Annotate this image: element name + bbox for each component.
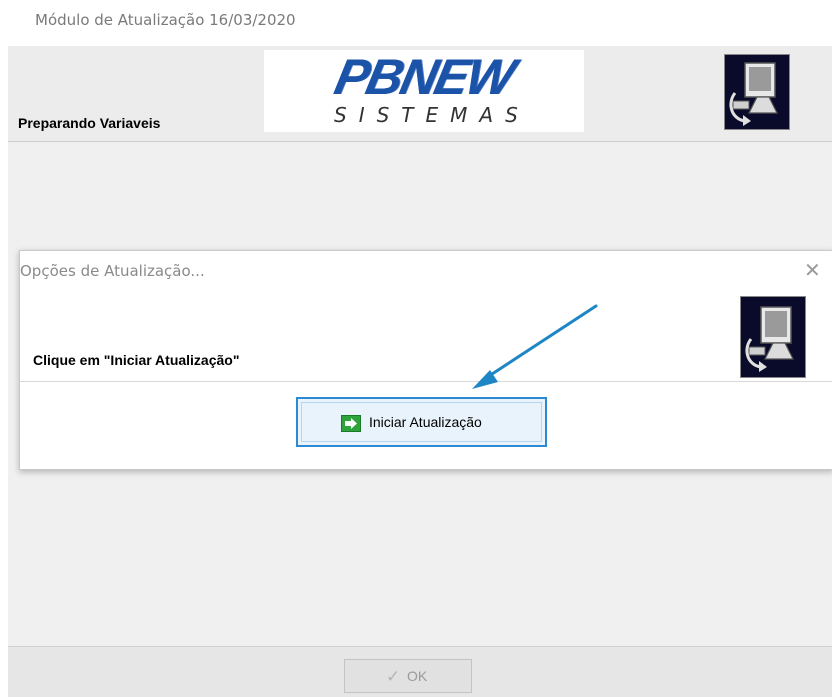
- computer-update-icon: [724, 54, 790, 130]
- logo-brand-text: PBNEW: [329, 49, 518, 105]
- close-icon[interactable]: ✕: [804, 258, 821, 283]
- checkmark-icon: ✓: [386, 667, 401, 686]
- dialog-separator: [20, 381, 832, 382]
- dialog-message: Clique em "Iniciar Atualização": [33, 352, 240, 368]
- update-options-dialog: Opções de Atualização... ✕ Clique em "In…: [19, 250, 832, 470]
- computer-update-icon: [740, 296, 806, 378]
- start-update-button[interactable]: Iniciar Atualização: [296, 397, 547, 447]
- status-text: Preparando Variaveis: [18, 115, 161, 131]
- window-titlebar: Módulo de Atualização 16/03/2020: [0, 0, 832, 46]
- header-panel: Preparando Variaveis PBNEW SISTEMAS: [8, 46, 832, 142]
- dialog-title: Opções de Atualização...: [20, 262, 205, 280]
- pbnew-logo: PBNEW SISTEMAS: [264, 49, 584, 132]
- logo-sub-text: SISTEMAS: [334, 103, 530, 127]
- ok-button[interactable]: ✓ OK: [344, 659, 472, 693]
- start-update-label: Iniciar Atualização: [369, 414, 482, 430]
- green-arrow-icon: [341, 415, 361, 432]
- window-title: Módulo de Atualização 16/03/2020: [35, 11, 296, 29]
- ok-label: OK: [407, 668, 428, 684]
- footer-bar: ✓ OK: [8, 646, 832, 697]
